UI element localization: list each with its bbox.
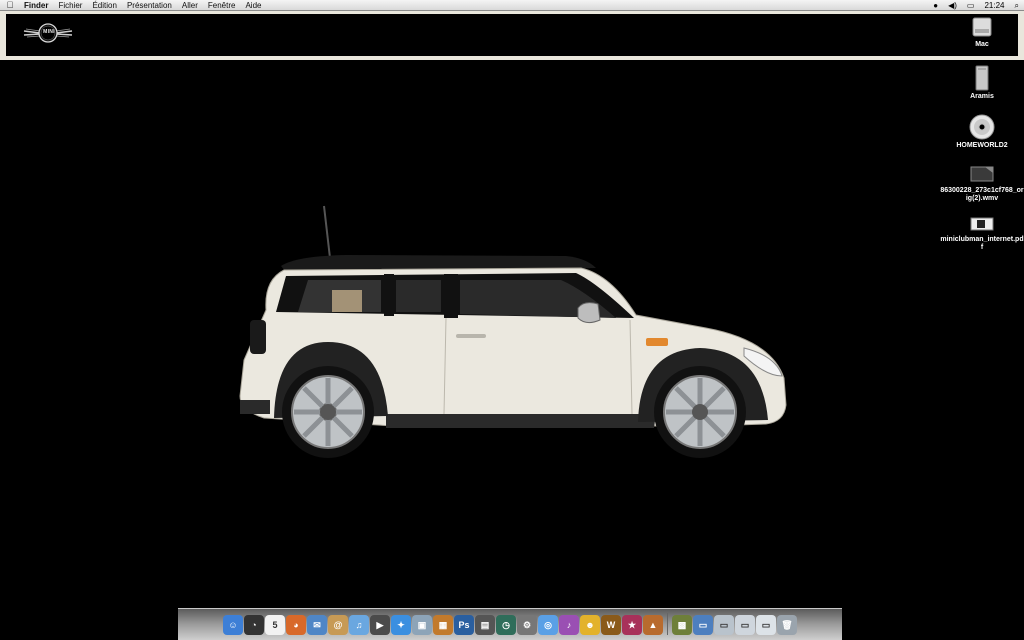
safari-icon[interactable]: ✦ xyxy=(391,615,411,635)
dashboard-icon[interactable]: ◔ xyxy=(244,615,264,635)
adium-icon[interactable]: ☻ xyxy=(580,615,600,635)
spotlight-icon[interactable]: ⌕ xyxy=(1010,0,1024,11)
menu-finder[interactable]: Finder xyxy=(16,0,53,11)
dock-separator xyxy=(667,613,668,635)
firefox-icon[interactable]: ◕ xyxy=(286,615,306,635)
menu-presentation[interactable]: Présentation xyxy=(122,0,177,11)
desktop-icon-pdf[interactable]: miniclubman_internet.pdf xyxy=(940,214,1024,252)
trash-icon[interactable]: 🗑 xyxy=(777,615,797,635)
rear-wheel xyxy=(282,366,374,458)
desktop-icon-label: miniclubman_internet.pdf xyxy=(940,236,1024,251)
cd-icon xyxy=(969,114,995,140)
menu-fichier[interactable]: Fichier xyxy=(53,0,87,11)
photo-app-icon[interactable]: ▦ xyxy=(433,615,453,635)
volume-icon[interactable]: ◀) xyxy=(943,0,962,11)
hard-drive-icon xyxy=(972,17,992,37)
iphoto-icon[interactable]: ▣ xyxy=(412,615,432,635)
desktop-icon-label: Mac xyxy=(975,41,989,48)
imovie-icon[interactable]: ▶ xyxy=(370,615,390,635)
applications-folder-icon[interactable]: ▩ xyxy=(672,615,692,635)
itunes-icon[interactable]: ♫ xyxy=(349,615,369,635)
desktop-icon-video[interactable]: 86300228_273c1cf768_orig(2).wmv xyxy=(940,163,1024,203)
menu-aller[interactable]: Aller xyxy=(177,0,203,11)
ical-icon[interactable]: 5 xyxy=(265,615,285,635)
ichat-icon[interactable]: ◎ xyxy=(538,615,558,635)
status-area: ● ◀) ▭ 21:24 ⌕ xyxy=(928,0,1024,11)
downloads-folder-icon[interactable]: ▭ xyxy=(714,615,734,635)
display-icon[interactable]: ▭ xyxy=(962,0,980,11)
wallpaper-banner: MINI xyxy=(0,11,1024,60)
spaces-icon[interactable]: ▤ xyxy=(475,615,495,635)
time-machine-icon[interactable]: ◷ xyxy=(496,615,516,635)
desktop-icon-label: 86300228_273c1cf768_orig(2).wmv xyxy=(940,187,1024,202)
desktop-icon-homeworld2[interactable]: HOMEWORLD2 xyxy=(940,114,1024,150)
address-book-icon[interactable]: @ xyxy=(328,615,348,635)
sync-icon[interactable]: ● xyxy=(928,0,943,11)
menu-fenetre[interactable]: Fenêtre xyxy=(203,0,241,11)
desktop-icon-label: Aramis xyxy=(970,93,994,100)
itunes-purple-icon[interactable]: ♪ xyxy=(559,615,579,635)
desktop-icon-aramis[interactable]: Aramis xyxy=(940,65,1024,101)
menu-edition[interactable]: Édition xyxy=(87,0,121,11)
menu-bar:  Finder Fichier Édition Présentation Al… xyxy=(0,0,1024,11)
menu-aide[interactable]: Aide xyxy=(240,0,266,11)
pictures-folder-icon[interactable]: ▭ xyxy=(735,615,755,635)
documents-stack-icon[interactable]: ▭ xyxy=(756,615,776,635)
desktop-icon-label: HOMEWORLD2 xyxy=(956,142,1008,149)
apple-icon[interactable]:  xyxy=(0,0,16,11)
photoshop-icon[interactable]: Ps xyxy=(454,615,474,635)
desktop-icon-mac[interactable]: Mac xyxy=(940,15,1024,49)
mail-icon[interactable]: ✉ xyxy=(307,615,327,635)
pdf-file-icon xyxy=(970,217,994,231)
front-wheel xyxy=(654,366,746,458)
warcraft-icon[interactable]: W xyxy=(601,615,621,635)
mini-logo-text: MINI xyxy=(43,29,55,35)
documents-folder-icon[interactable]: ▭ xyxy=(693,615,713,635)
system-preferences-icon[interactable]: ⚙ xyxy=(517,615,537,635)
video-file-icon xyxy=(970,166,994,182)
finder-icon[interactable]: ☺ xyxy=(223,615,243,635)
dock: ☺ ◔ 5 ◕ ✉ @ ♫ ▶ ✦ ▣ ▦ Ps ▤ ◷ ⚙ ◎ ♪ ☻ W ★ ▲ ▩ ▭ ▭ ▭ ▭ 🗑 xyxy=(178,608,842,640)
external-drive-icon xyxy=(975,65,989,91)
game-launcher-icon[interactable]: ★ xyxy=(622,615,642,635)
mini-clubman-car-image xyxy=(239,205,787,458)
clock[interactable]: 21:24 xyxy=(979,0,1009,11)
game-art-icon[interactable]: ▲ xyxy=(643,615,663,635)
